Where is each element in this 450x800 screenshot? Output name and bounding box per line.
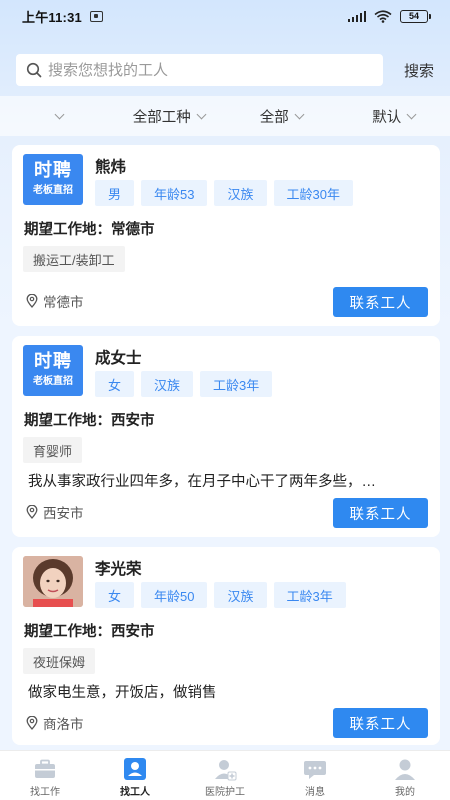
hiring-badge: 时聘 老板直招 — [23, 345, 83, 396]
tag-ethnicity: 汉族 — [214, 180, 267, 206]
worker-card[interactable]: 时聘 老板直招 熊炜 男 年龄53 汉族 工龄30年 期望工作地：常德市 搬运工… — [12, 145, 440, 326]
worker-location: 西安市 — [26, 502, 84, 522]
filter-sort-label: 默认 — [372, 109, 402, 126]
job-type-tag: 夜班保姆 — [23, 648, 96, 674]
tag-gender: 男 — [95, 180, 135, 206]
expected-location: 期望工作地：常德市 — [24, 222, 155, 238]
worker-card[interactable]: 时聘 老板直招 成女士 女 汉族 工龄3年 期望工作地：西安市 育婴师 我从事家… — [12, 336, 440, 537]
filter-region[interactable] — [0, 109, 113, 119]
search-icon — [26, 62, 42, 78]
nurse-icon — [215, 760, 237, 781]
tag-experience: 工龄30年 — [273, 180, 353, 206]
job-type-tag: 育婴师 — [23, 437, 83, 463]
worker-location: 常德市 — [26, 291, 84, 311]
location-pin-icon — [26, 294, 38, 308]
tag-gender: 女 — [95, 582, 135, 608]
contact-worker-button[interactable]: 联系工人 — [333, 287, 428, 317]
bottom-tab-bar: 找工作 找工人 医院护工 消息 我的 — [0, 750, 450, 800]
tab-messages[interactable]: 消息 — [270, 751, 360, 800]
tag-ethnicity: 汉族 — [141, 371, 194, 397]
expected-location: 期望工作地：西安市 — [24, 413, 155, 429]
worker-location-text: 商洛市 — [43, 717, 84, 732]
worker-location-text: 常德市 — [43, 295, 84, 310]
filter-all-label: 全部 — [259, 109, 289, 126]
search-row: 搜索 — [16, 54, 436, 86]
hiring-badge: 时聘 老板直招 — [23, 154, 83, 205]
filter-bar: 全部工种 全部 默认 — [0, 96, 450, 136]
message-icon — [304, 761, 326, 779]
status-indicators: 54 — [347, 9, 431, 23]
worker-card[interactable]: 李光荣 女 年龄50 汉族 工龄3年 期望工作地：西安市 夜班保姆 做家电生意，… — [12, 547, 440, 745]
badge-subtitle: 老板直招 — [33, 185, 73, 196]
profile-icon — [395, 759, 415, 780]
tab-messages-label: 消息 — [305, 787, 325, 798]
chevron-down-icon — [294, 109, 305, 119]
tag-experience: 工龄3年 — [200, 371, 273, 397]
tab-profile-label: 我的 — [395, 787, 415, 798]
filter-job-type-label: 全部工种 — [132, 109, 191, 126]
worker-tags: 女 年龄50 汉族 工龄3年 — [95, 582, 346, 608]
tab-find-worker[interactable]: 找工人 — [90, 751, 180, 800]
tag-gender: 女 — [95, 371, 135, 397]
tag-age: 年龄53 — [141, 180, 208, 206]
tab-hospital-care-label: 医院护工 — [205, 787, 245, 798]
badge-title: 时聘 — [34, 160, 72, 180]
contact-worker-button[interactable]: 联系工人 — [333, 708, 428, 738]
job-type-tag: 搬运工/装卸工 — [23, 246, 125, 272]
worker-tags: 女 汉族 工龄3年 — [95, 371, 273, 397]
worker-location-text: 西安市 — [43, 506, 84, 521]
status-time: 上午11:31 — [22, 9, 82, 25]
chevron-down-icon — [196, 109, 207, 119]
search-input[interactable] — [48, 61, 368, 79]
tab-find-job-label: 找工作 — [30, 787, 60, 798]
contact-worker-button[interactable]: 联系工人 — [333, 498, 428, 528]
tag-experience: 工龄3年 — [273, 582, 346, 608]
chevron-down-icon — [54, 109, 65, 119]
notification-icon — [89, 10, 103, 22]
worker-icon — [124, 758, 146, 780]
worker-location: 商洛市 — [26, 713, 84, 733]
tab-hospital-care[interactable]: 医院护工 — [180, 751, 270, 800]
worker-tags: 男 年龄53 汉族 工龄30年 — [95, 180, 353, 206]
worker-name: 熊炜 — [95, 159, 127, 176]
filter-sort[interactable]: 默认 — [338, 106, 450, 127]
location-pin-icon — [26, 716, 38, 730]
search-button[interactable]: 搜索 — [404, 60, 436, 81]
avatar-photo-image — [23, 556, 83, 607]
filter-job-type[interactable]: 全部工种 — [113, 106, 226, 127]
badge-title: 时聘 — [34, 351, 72, 371]
status-bar: 上午11:31 54 — [0, 0, 450, 32]
filter-all[interactable]: 全部 — [225, 106, 338, 127]
wifi-icon — [374, 9, 392, 23]
worker-name: 成女士 — [95, 350, 142, 367]
worker-name: 李光荣 — [95, 561, 142, 578]
worker-description: 我从事家政行业四年多，在月子中心干了两年多些，… — [28, 474, 376, 490]
tab-find-job[interactable]: 找工作 — [0, 751, 90, 800]
search-box[interactable] — [16, 54, 383, 86]
briefcase-icon — [35, 759, 55, 778]
badge-subtitle: 老板直招 — [33, 376, 73, 387]
worker-avatar — [23, 556, 83, 607]
tab-find-worker-label: 找工人 — [120, 787, 150, 798]
signal-icon — [347, 10, 366, 22]
tab-profile[interactable]: 我的 — [360, 751, 450, 800]
tag-ethnicity: 汉族 — [214, 582, 267, 608]
chevron-down-icon — [406, 109, 417, 119]
tag-age: 年龄50 — [141, 582, 208, 608]
location-pin-icon — [26, 505, 38, 519]
expected-location: 期望工作地：西安市 — [24, 624, 155, 640]
battery-icon: 54 — [400, 9, 431, 23]
worker-description: 做家电生意，开饭店，做销售 — [28, 685, 217, 701]
